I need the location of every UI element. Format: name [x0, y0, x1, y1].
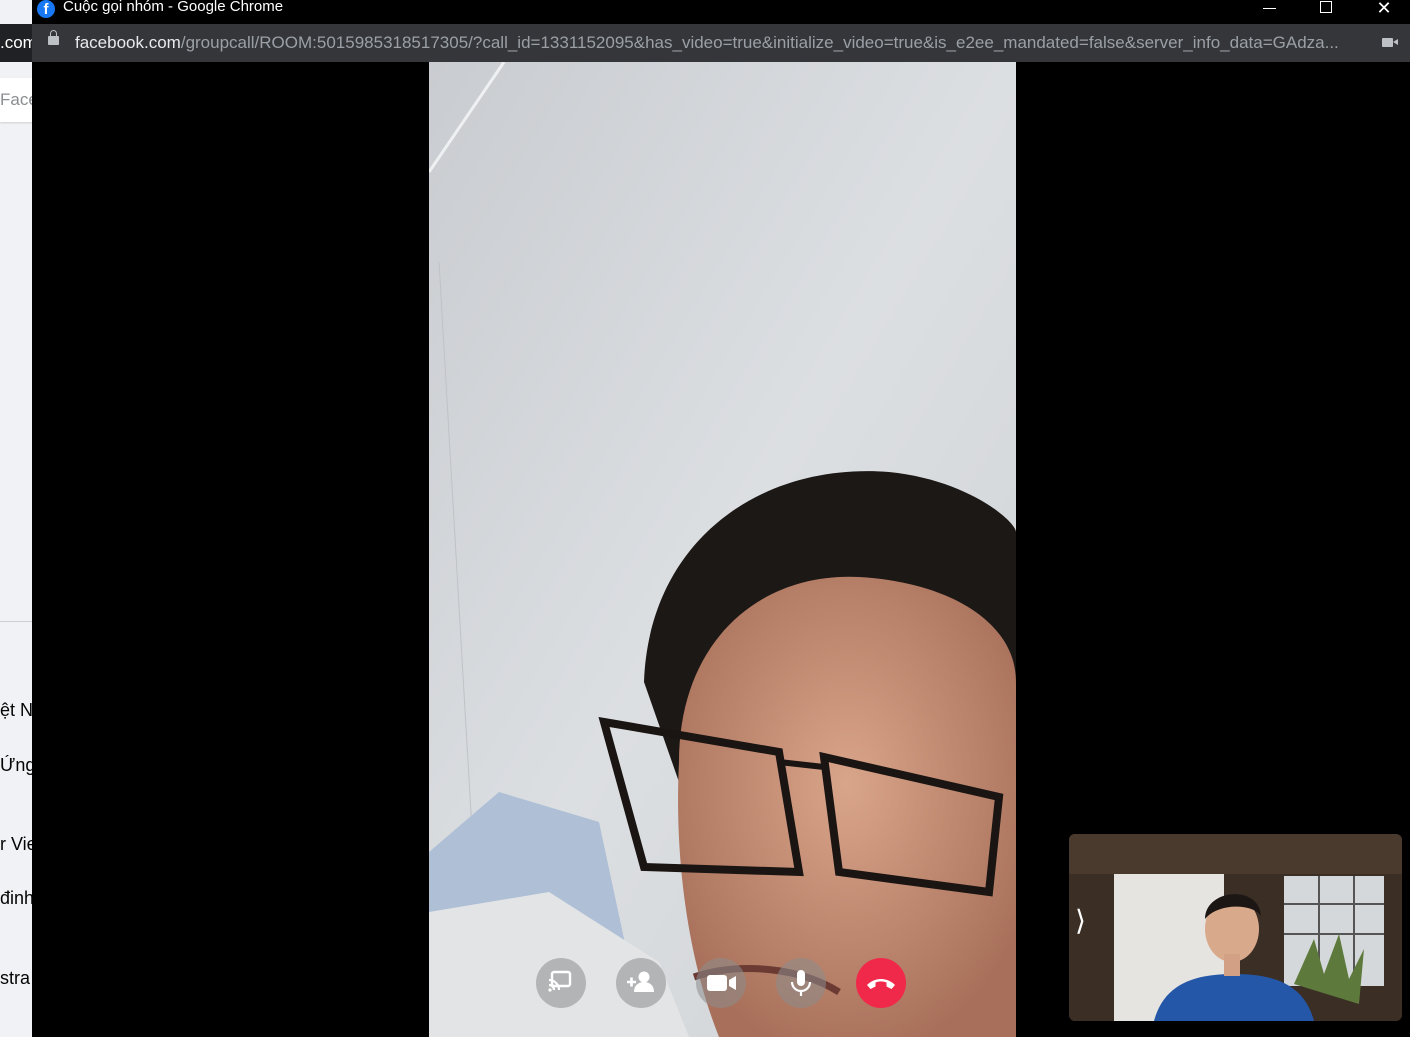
close-icon: ✕: [1376, 0, 1392, 18]
end-call-button[interactable]: [856, 958, 906, 1008]
remote-video-frame: [429, 62, 1016, 1037]
call-controls: [536, 958, 916, 1010]
mic-toggle-button[interactable]: [776, 958, 826, 1008]
lock-icon[interactable]: [48, 30, 59, 45]
address-bar[interactable]: facebook.com/groupcall/ROOM:501598531851…: [32, 24, 1410, 62]
hang-up-icon: [867, 979, 895, 989]
url-text[interactable]: facebook.com/groupcall/ROOM:501598531851…: [75, 33, 1375, 53]
camera-toggle-button[interactable]: [696, 958, 746, 1008]
expand-self-view-icon[interactable]: ⟩: [1075, 904, 1086, 937]
call-window: f Cuộc gọi nhóm - Google Chrome ✕ facebo…: [32, 0, 1410, 1037]
url-host: facebook.com: [75, 33, 181, 52]
self-video-preview[interactable]: ⟩: [1069, 834, 1402, 1021]
maximize-button[interactable]: [1298, 0, 1354, 22]
microphone-icon: [790, 970, 812, 996]
window-title: Cuộc gọi nhóm - Google Chrome: [63, 0, 284, 15]
self-video-frame: [1069, 834, 1402, 1021]
call-stage: ⟩: [32, 62, 1410, 1037]
minimize-button[interactable]: [1242, 0, 1298, 22]
add-person-icon: [627, 971, 654, 992]
camera-permission-icon[interactable]: [1382, 38, 1398, 47]
remote-participant-video: [429, 62, 1016, 1037]
add-participant-button[interactable]: [616, 958, 666, 1008]
title-bar[interactable]: f Cuộc gọi nhóm - Google Chrome ✕: [32, 0, 1410, 24]
facebook-icon: f: [37, 0, 55, 18]
video-camera-icon: [707, 975, 736, 991]
screen-share-button[interactable]: [536, 958, 586, 1008]
screen-share-icon: [548, 970, 572, 992]
close-button[interactable]: ✕: [1356, 0, 1410, 22]
url-path: /groupcall/ROOM:5015985318517305/?call_i…: [180, 33, 1339, 52]
